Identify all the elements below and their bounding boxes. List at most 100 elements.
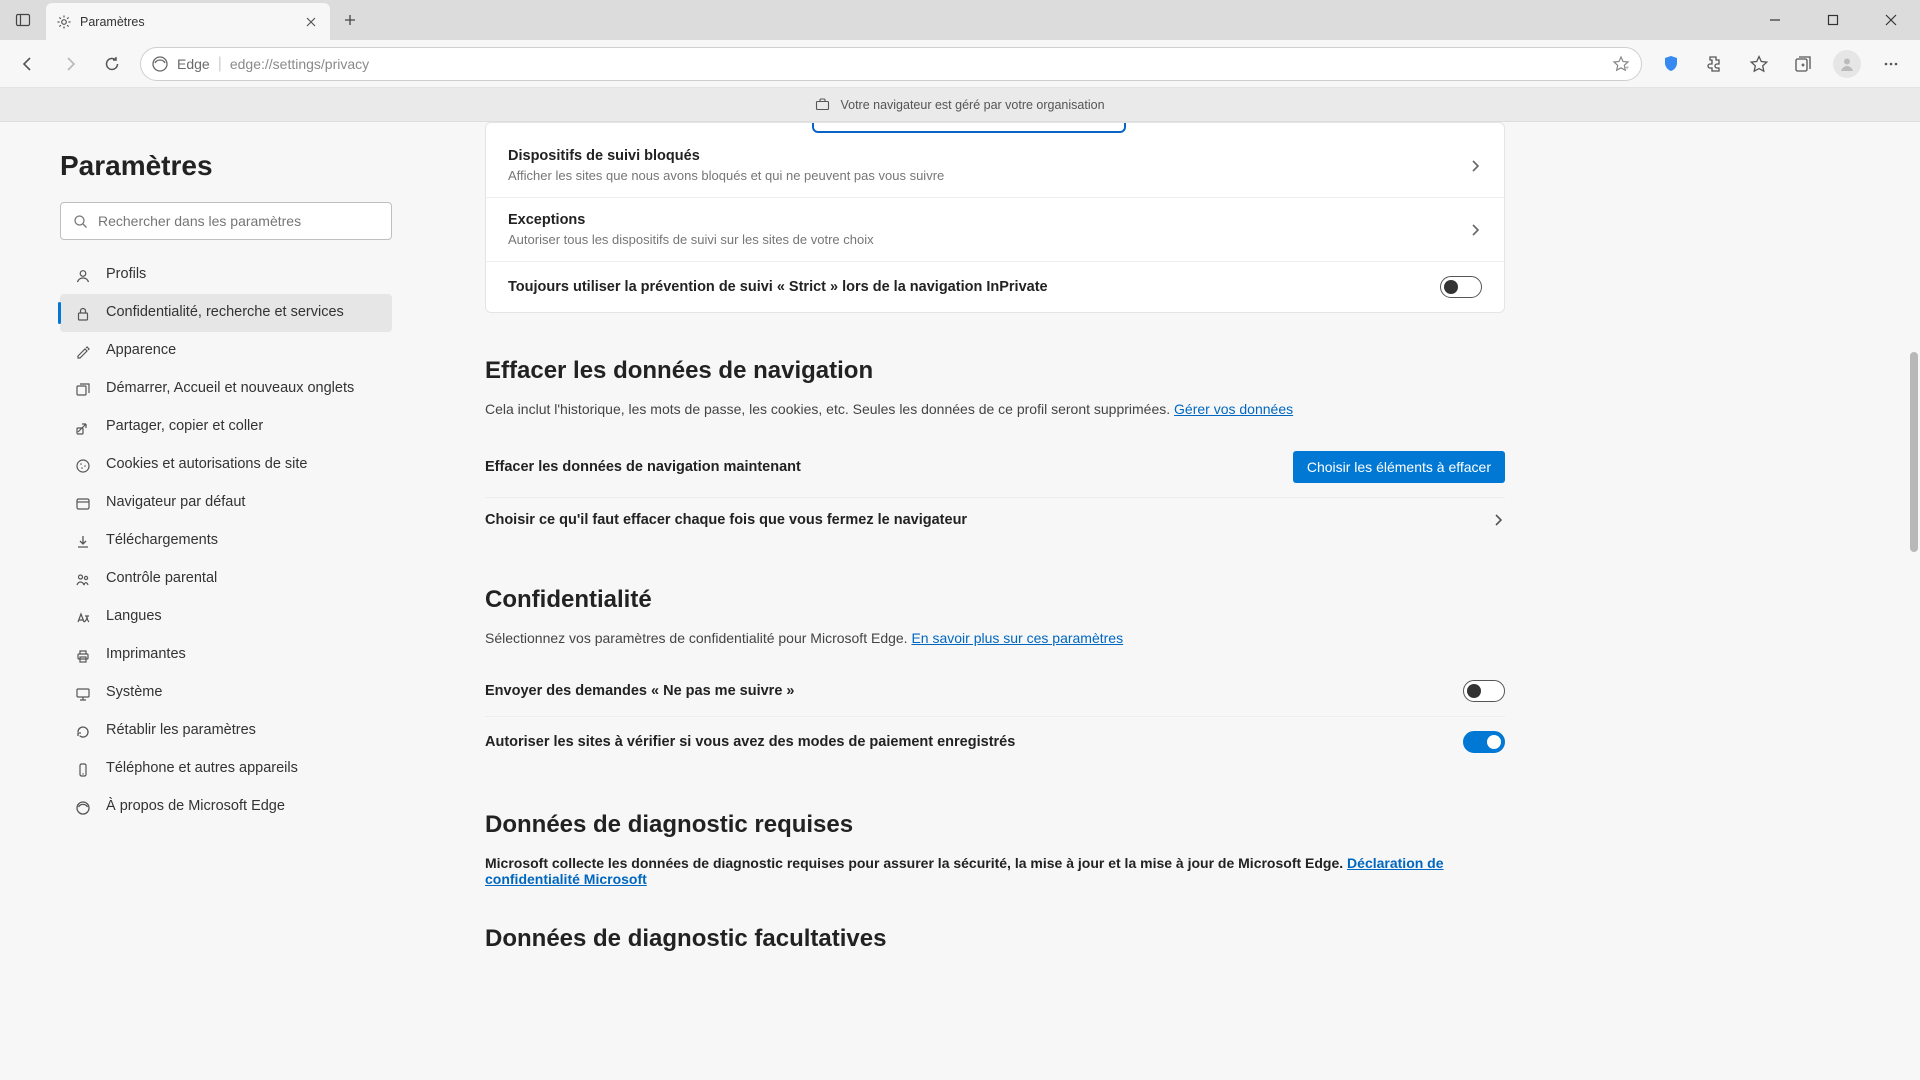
scrollbar-thumb[interactable]: [1910, 352, 1918, 552]
search-icon: [73, 214, 88, 229]
sidebar-item-label: Imprimantes: [106, 645, 186, 665]
reload-button[interactable]: [92, 44, 132, 84]
favorites-icon[interactable]: [1738, 44, 1780, 84]
reset-icon: [74, 723, 92, 741]
privacy-section: Confidentialité Sélectionnez vos paramèt…: [485, 586, 1505, 767]
forward-button[interactable]: [50, 44, 90, 84]
sidebar-item-privacy[interactable]: Confidentialité, recherche et services: [60, 294, 392, 332]
minimize-button[interactable]: [1746, 0, 1804, 40]
edge-icon: [74, 799, 92, 817]
settings-search-input[interactable]: [98, 213, 379, 229]
close-window-button[interactable]: [1862, 0, 1920, 40]
clear-on-close-row[interactable]: Choisir ce qu'il faut effacer chaque foi…: [485, 497, 1505, 542]
menu-button[interactable]: [1870, 44, 1912, 84]
collections-icon[interactable]: [1782, 44, 1824, 84]
sidebar-item-label: Contrôle parental: [106, 569, 217, 589]
row-title: Toujours utiliser la prévention de suivi…: [508, 279, 1440, 295]
sidebar-item-downloads[interactable]: Téléchargements: [60, 522, 392, 560]
sidebar-item-printers[interactable]: Imprimantes: [60, 636, 392, 674]
address-app-label: Edge: [177, 56, 210, 72]
row-title: Dispositifs de suivi bloqués: [508, 148, 1468, 164]
sidebar-item-phone[interactable]: Téléphone et autres appareils: [60, 750, 392, 788]
clear-now-row: Effacer les données de navigation mainte…: [485, 437, 1505, 497]
sidebar-item-label: Rétablir les paramètres: [106, 721, 256, 741]
system-icon: [74, 685, 92, 703]
privacy-learn-more-link[interactable]: En savoir plus sur ces paramètres: [911, 630, 1123, 646]
sidebar-item-start[interactable]: Démarrer, Accueil et nouveaux onglets: [60, 370, 392, 408]
browser-tab[interactable]: Paramètres: [46, 3, 330, 40]
tab-close-button[interactable]: [302, 13, 320, 31]
choose-what-to-clear-button[interactable]: Choisir les éléments à effacer: [1293, 451, 1505, 483]
tabs-icon: [74, 381, 92, 399]
back-button[interactable]: [8, 44, 48, 84]
sidebar-item-appearance[interactable]: Apparence: [60, 332, 392, 370]
section-description: Microsoft collecte les données de diagno…: [485, 855, 1505, 887]
sidebar-item-family[interactable]: Contrôle parental: [60, 560, 392, 598]
cookie-icon: [74, 457, 92, 475]
org-banner-text: Votre navigateur est géré par votre orga…: [840, 98, 1104, 112]
settings-search[interactable]: [60, 202, 392, 240]
new-tab-button[interactable]: [330, 0, 370, 40]
sidebar-item-default-browser[interactable]: Navigateur par défaut: [60, 484, 392, 522]
briefcase-icon: [815, 97, 830, 112]
strict-inprivate-toggle[interactable]: [1440, 276, 1482, 298]
family-icon: [74, 571, 92, 589]
manage-data-link[interactable]: Gérer vos données: [1174, 401, 1293, 417]
sidebar-item-languages[interactable]: Langues: [60, 598, 392, 636]
required-diagnostics-section: Données de diagnostic requises Microsoft…: [485, 811, 1505, 887]
section-title: Données de diagnostic requises: [485, 811, 1505, 839]
browser-icon: [74, 495, 92, 513]
chevron-right-icon: [1468, 159, 1482, 173]
titlebar: Paramètres: [0, 0, 1920, 40]
sidebar-item-system[interactable]: Système: [60, 674, 392, 712]
download-icon: [74, 533, 92, 551]
row-label: Envoyer des demandes « Ne pas me suivre …: [485, 683, 1463, 699]
sidebar-item-label: Apparence: [106, 341, 176, 361]
phone-icon: [74, 761, 92, 779]
edge-logo-icon: [151, 55, 169, 73]
printer-icon: [74, 647, 92, 665]
sidebar-item-reset[interactable]: Rétablir les paramètres: [60, 712, 392, 750]
exceptions-row[interactable]: Exceptions Autoriser tous les dispositif…: [486, 197, 1504, 261]
strict-inprivate-row: Toujours utiliser la prévention de suivi…: [486, 261, 1504, 312]
settings-sidebar: Paramètres Profils Confidentialité, rech…: [0, 122, 405, 1080]
row-label: Autoriser les sites à vérifier si vous a…: [485, 734, 1463, 750]
clear-browsing-data-section: Effacer les données de navigation Cela i…: [485, 357, 1505, 542]
tracking-shield-icon[interactable]: [1650, 44, 1692, 84]
tab-actions-button[interactable]: [0, 0, 46, 40]
profile-icon: [74, 267, 92, 285]
sidebar-item-share[interactable]: Partager, copier et coller: [60, 408, 392, 446]
appearance-icon: [74, 343, 92, 361]
address-bar[interactable]: Edge | edge://settings/privacy +: [140, 47, 1642, 81]
sidebar-item-label: Partager, copier et coller: [106, 417, 263, 437]
do-not-track-row: Envoyer des demandes « Ne pas me suivre …: [485, 666, 1505, 716]
section-title: Données de diagnostic facultatives: [485, 925, 1505, 953]
tracking-level-selected-indicator: [812, 123, 1126, 133]
settings-main: Dispositifs de suivi bloqués Afficher le…: [405, 122, 1920, 1080]
gear-icon: [56, 14, 72, 30]
address-url: edge://settings/privacy: [230, 56, 369, 72]
row-subtitle: Afficher les sites que nous avons bloqué…: [508, 168, 1468, 183]
blocked-trackers-row[interactable]: Dispositifs de suivi bloqués Afficher le…: [486, 133, 1504, 197]
sidebar-item-about[interactable]: À propos de Microsoft Edge: [60, 788, 392, 826]
sidebar-item-cookies[interactable]: Cookies et autorisations de site: [60, 446, 392, 484]
vertical-scrollbar[interactable]: [1904, 122, 1920, 1080]
profile-button[interactable]: [1826, 44, 1868, 84]
language-icon: [74, 609, 92, 627]
maximize-button[interactable]: [1804, 0, 1862, 40]
lock-icon: [74, 305, 92, 323]
sidebar-item-profiles[interactable]: Profils: [60, 256, 392, 294]
sidebar-item-label: Démarrer, Accueil et nouveaux onglets: [106, 379, 354, 399]
optional-diagnostics-section: Données de diagnostic facultatives: [485, 925, 1505, 953]
sidebar-item-label: Téléphone et autres appareils: [106, 759, 298, 779]
page-title: Paramètres: [60, 150, 405, 182]
org-managed-banner: Votre navigateur est géré par votre orga…: [0, 88, 1920, 122]
row-label: Effacer les données de navigation mainte…: [485, 459, 1293, 475]
svg-text:+: +: [1625, 65, 1629, 72]
payment-check-toggle[interactable]: [1463, 731, 1505, 753]
extensions-icon[interactable]: [1694, 44, 1736, 84]
favorite-star-icon[interactable]: +: [1611, 54, 1631, 74]
do-not-track-toggle[interactable]: [1463, 680, 1505, 702]
payment-check-row: Autoriser les sites à vérifier si vous a…: [485, 716, 1505, 767]
tracking-prevention-card: Dispositifs de suivi bloqués Afficher le…: [485, 122, 1505, 313]
